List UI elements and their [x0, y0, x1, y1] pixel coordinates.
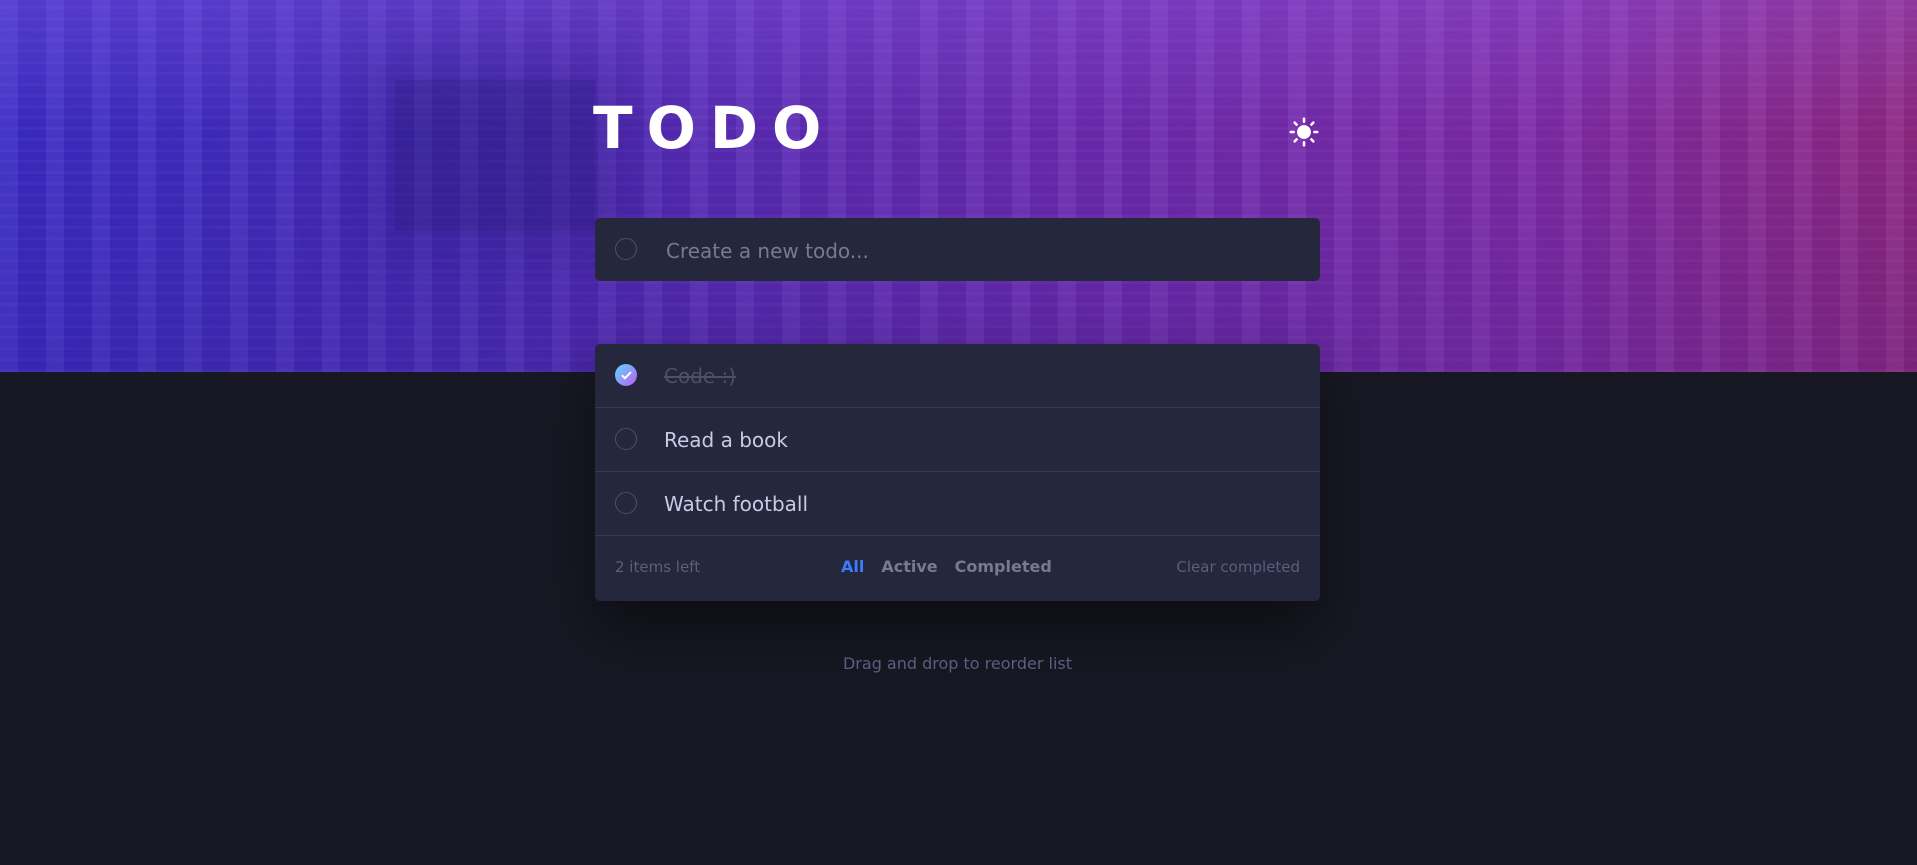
header-background-image [0, 0, 1917, 372]
todo-item[interactable]: Watch football [595, 472, 1320, 536]
app-title: TODO [593, 94, 836, 162]
todo-checkbox[interactable] [615, 492, 637, 514]
sun-icon [1289, 117, 1319, 147]
filter-all[interactable]: All [841, 557, 864, 576]
drag-drop-hint: Drag and drop to reorder list [842, 654, 1072, 673]
items-left-count: 2 items left [615, 558, 701, 576]
check-icon [620, 370, 632, 380]
filter-completed[interactable]: Completed [955, 557, 1052, 576]
new-todo-checkbox[interactable] [615, 238, 637, 260]
todo-checkbox-checked[interactable] [615, 364, 637, 386]
clear-completed-button[interactable]: Clear completed [1176, 558, 1300, 576]
new-todo-bar [595, 218, 1320, 281]
new-todo-input[interactable] [664, 230, 1288, 272]
todo-text: Code :) [664, 364, 737, 388]
todo-text: Watch football [664, 492, 809, 516]
filter-group: All Active Completed [841, 557, 1052, 576]
todo-checkbox[interactable] [615, 428, 637, 450]
todo-item[interactable]: Read a book [595, 408, 1320, 472]
todo-item[interactable]: Code :) [595, 344, 1320, 408]
theme-toggle-button[interactable] [1284, 112, 1324, 152]
todo-text: Read a book [664, 428, 788, 452]
filter-active[interactable]: Active [881, 557, 937, 576]
list-footer: 2 items left All Active Completed Clear … [595, 536, 1320, 600]
todo-list: Code :) Read a book Watch football 2 ite… [595, 344, 1320, 601]
